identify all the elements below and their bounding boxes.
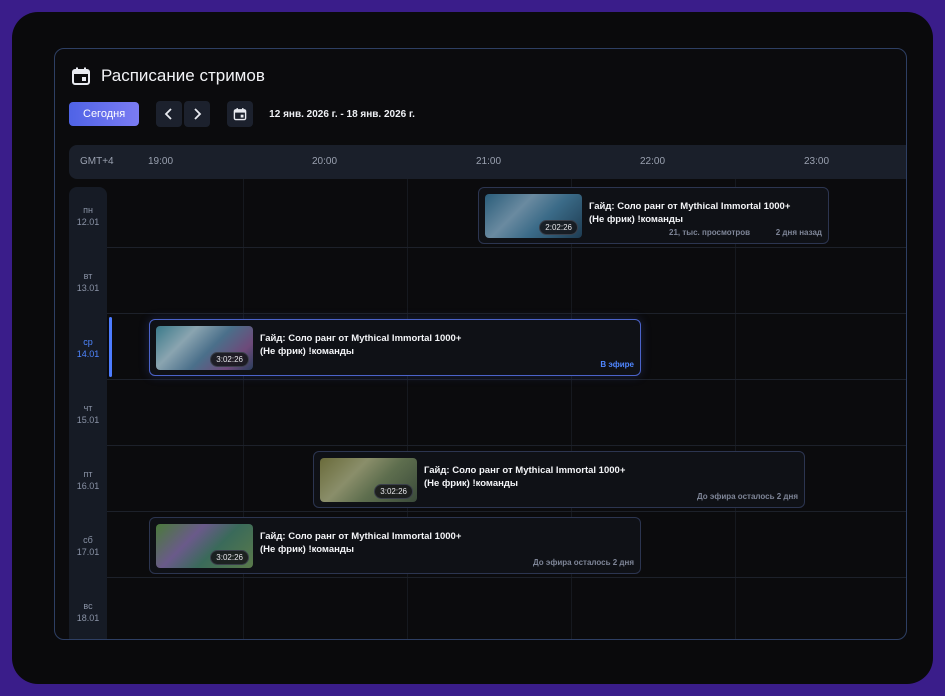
grid-line xyxy=(107,445,906,446)
weekday-label: ср xyxy=(83,337,93,347)
stream-card[interactable]: 3:02:26 Гайд: Соло ранг от Mythical Immo… xyxy=(149,517,641,574)
date-label: 14.01 xyxy=(76,349,100,359)
today-indicator xyxy=(109,317,112,377)
published-ago: 2 дня назад xyxy=(775,228,822,237)
live-status: В эфире xyxy=(600,360,634,369)
date-label: 15.01 xyxy=(76,415,100,425)
schedule-panel: Расписание стримов Сегодня 12 янв. 2026 … xyxy=(54,48,907,640)
date-label: 17.01 xyxy=(76,547,100,557)
stream-title: Гайд: Соло ранг от Mythical Immortal 100… xyxy=(260,332,500,358)
weekday-label: сб xyxy=(83,535,93,545)
stream-card[interactable]: 3:02:26 Гайд: Соло ранг от Mythical Immo… xyxy=(149,319,641,376)
views-count: 21, тыс. просмотров xyxy=(669,228,751,237)
day-monday: пн 12.01 xyxy=(69,204,107,228)
stream-thumbnail: 2:02:26 xyxy=(485,194,582,238)
stream-title-line: (Не фрик) !команды xyxy=(260,544,354,555)
grid-line xyxy=(107,511,906,512)
day-sunday: вс 18.01 xyxy=(69,600,107,624)
day-saturday: сб 17.01 xyxy=(69,534,107,558)
stream-card[interactable]: 2:02:26 Гайд: Соло ранг от Mythical Immo… xyxy=(478,187,829,244)
date-label: 13.01 xyxy=(76,283,100,293)
next-week-button[interactable] xyxy=(184,101,211,127)
stream-card[interactable]: 3:02:26 Гайд: Соло ранг от Mythical Immo… xyxy=(313,451,805,508)
weekday-label: чт xyxy=(83,403,93,413)
stream-thumbnail: 3:02:26 xyxy=(156,326,253,370)
stream-title-line: Гайд: Соло ранг от Mythical Immortal 100… xyxy=(424,465,626,476)
hour-label: 20:00 xyxy=(312,156,338,167)
stream-thumbnail: 3:02:26 xyxy=(156,524,253,568)
duration-badge: 2:02:26 xyxy=(539,220,578,235)
stream-title-line: (Не фрик) !команды xyxy=(260,346,354,357)
stream-thumbnail: 3:02:26 xyxy=(320,458,417,502)
calendar-icon xyxy=(72,67,90,85)
title-row: Расписание стримов xyxy=(71,65,265,87)
stream-title: Гайд: Соло ранг от Mythical Immortal 100… xyxy=(260,530,500,556)
stream-title-line: Гайд: Соло ранг от Mythical Immortal 100… xyxy=(589,201,791,212)
day-tuesday: вт 13.01 xyxy=(69,270,107,294)
hour-label: 22:00 xyxy=(640,156,666,167)
grid-line xyxy=(107,313,906,314)
grid-line xyxy=(107,379,906,380)
grid-line xyxy=(107,577,906,578)
date-range: 12 янв. 2026 г. - 18 янв. 2026 г. xyxy=(269,108,415,120)
weekday-label: пт xyxy=(83,469,93,479)
prev-week-button[interactable] xyxy=(156,101,183,127)
calendar-icon xyxy=(233,108,247,121)
weekday-label: вс xyxy=(83,601,93,611)
hour-label: 19:00 xyxy=(148,156,174,167)
page-title: Расписание стримов xyxy=(101,66,265,85)
countdown-status: До эфира осталось 2 дня xyxy=(533,558,634,567)
timezone-label: GMT+4 xyxy=(80,156,114,167)
grid-line xyxy=(107,247,906,248)
stream-title-line: (Не фрик) !команды xyxy=(424,478,518,489)
hour-label: 23:00 xyxy=(804,156,830,167)
weekday-label: вт xyxy=(83,271,93,281)
chevron-right-icon xyxy=(194,108,202,120)
duration-badge: 3:02:26 xyxy=(210,550,249,565)
stream-title-line: Гайд: Соло ранг от Mythical Immortal 100… xyxy=(260,333,462,344)
date-label: 16.01 xyxy=(76,481,100,491)
stream-title: Гайд: Соло ранг от Mythical Immortal 100… xyxy=(589,200,829,226)
date-label: 18.01 xyxy=(76,613,100,623)
date-picker-button[interactable] xyxy=(227,101,254,127)
stream-title: Гайд: Соло ранг от Mythical Immortal 100… xyxy=(424,464,664,490)
date-label: 12.01 xyxy=(76,217,100,227)
toolbar: Сегодня 12 янв. 2026 г. - 18 янв. 2026 г… xyxy=(69,101,415,127)
day-wednesday: ср 14.01 xyxy=(69,336,107,360)
duration-badge: 3:02:26 xyxy=(210,352,249,367)
duration-badge: 3:02:26 xyxy=(374,484,413,499)
today-button[interactable]: Сегодня xyxy=(69,102,140,126)
hour-label: 21:00 xyxy=(476,156,502,167)
chevron-left-icon xyxy=(164,108,172,120)
grid-line xyxy=(735,179,736,639)
day-friday: пт 16.01 xyxy=(69,468,107,492)
stream-title-line: (Не фрик) !команды xyxy=(589,214,683,225)
day-thursday: чт 15.01 xyxy=(69,402,107,426)
countdown-status: До эфира осталось 2 дня xyxy=(697,492,798,501)
stream-title-line: Гайд: Соло ранг от Mythical Immortal 100… xyxy=(260,531,462,542)
weekday-label: пн xyxy=(83,205,93,215)
